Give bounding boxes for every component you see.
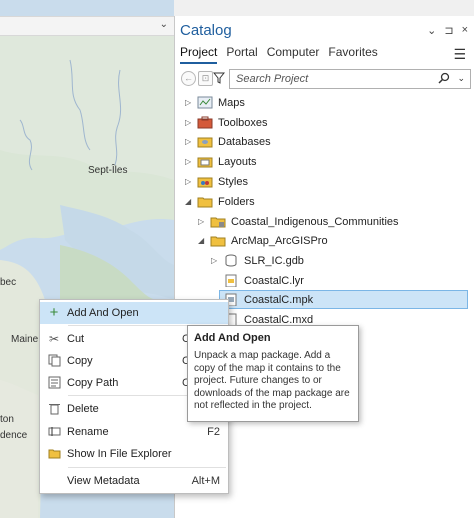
search-icon[interactable]	[438, 72, 450, 87]
tree-item-maps[interactable]: ▷ Maps	[185, 93, 245, 112]
maps-icon	[197, 96, 213, 109]
scissors-icon: ✂	[48, 332, 60, 346]
tree-item-label: Maps	[218, 96, 245, 109]
tree-item-coastal-indigenous[interactable]: ▷ Coastal_Indigenous_Communities	[198, 212, 399, 231]
copy-path-icon	[47, 376, 61, 390]
map-label: bec	[0, 277, 17, 288]
plus-icon: +	[49, 304, 59, 321]
search-box: ⌄	[229, 69, 471, 89]
tab-favorites[interactable]: Favorites	[328, 45, 377, 64]
menu-icon[interactable]: ☰	[453, 46, 466, 63]
back-icon[interactable]: ←	[181, 71, 196, 86]
tree-item-coastalc-lyr[interactable]: CoastalC.lyr	[223, 271, 304, 290]
expand-icon[interactable]: ▷	[185, 118, 197, 127]
menu-item-label: Copy	[67, 355, 93, 367]
folder-icon	[210, 215, 226, 228]
collapse-icon[interactable]: ◢	[185, 197, 197, 206]
folder-icon	[197, 195, 213, 208]
map-label: ton	[0, 414, 14, 425]
tab-portal[interactable]: Portal	[226, 45, 257, 64]
tab-project[interactable]: Project	[180, 45, 218, 64]
chevron-down-icon[interactable]: ⌄	[160, 19, 168, 30]
tree-item-folders[interactable]: ◢ Folders	[185, 192, 255, 211]
menu-item-label: Add And Open	[67, 307, 139, 319]
filter-icon[interactable]	[212, 72, 226, 87]
menu-item-add-and-open[interactable]: + Add And Open	[40, 302, 228, 324]
menu-item-view-metadata[interactable]: View Metadata Alt+M	[40, 470, 228, 492]
expand-icon[interactable]: ▷	[185, 157, 197, 166]
menu-item-label: Copy Path	[67, 377, 119, 389]
expand-icon[interactable]: ▷	[185, 98, 197, 107]
expand-icon[interactable]: ▷	[211, 256, 223, 265]
map-label: Sept-Îles	[88, 165, 128, 176]
menu-item-rename[interactable]: Rename F2	[40, 421, 228, 443]
menu-item-label: View Metadata	[67, 475, 140, 487]
menu-item-shortcut: Alt+M	[191, 475, 220, 487]
layer-file-icon	[223, 274, 239, 288]
refresh-icon[interactable]: ⊡	[198, 71, 213, 86]
folder-open-icon	[47, 447, 61, 461]
tree-item-toolboxes[interactable]: ▷ Toolboxes	[185, 113, 268, 132]
menu-item-shortcut: F2	[207, 426, 220, 438]
tree-item-databases[interactable]: ▷ Databases	[185, 132, 271, 151]
menu-item-show-in-file-explorer[interactable]: Show In File Explorer	[40, 443, 228, 465]
search-row: ← ⊡ ⌄	[179, 69, 471, 89]
tree-item-slr-ic-gdb[interactable]: ▷ SLR_IC.gdb	[211, 251, 304, 270]
catalog-title: Catalog	[180, 22, 232, 39]
tree-item-styles[interactable]: ▷ Styles	[185, 172, 248, 191]
tree-item-label: Coastal_Indigenous_Communities	[231, 215, 399, 228]
geodatabase-icon	[223, 254, 239, 267]
menu-item-label: Rename	[67, 426, 109, 438]
tooltip-body: Unpack a map package. Add a copy of the …	[194, 350, 350, 412]
pane-controls: ⌄ ⊐ ×	[427, 24, 468, 37]
tree-item-arcmap-arcgispro[interactable]: ◢ ArcMap_ArcGISPro	[198, 231, 328, 250]
tree-item-label: CoastalC.lyr	[244, 274, 304, 287]
tree-item-label: Folders	[218, 195, 255, 208]
menu-item-label: Delete	[67, 403, 99, 415]
map-label: Maine	[11, 334, 39, 345]
expand-icon[interactable]: ▷	[185, 177, 197, 186]
menu-separator	[68, 467, 226, 468]
tree-item-label: Databases	[218, 135, 271, 148]
tree-item-label: Layouts	[218, 155, 257, 168]
tree-item-label: Styles	[218, 175, 248, 188]
close-icon[interactable]: ×	[462, 24, 468, 37]
pane-options-icon[interactable]: ⌄	[427, 24, 436, 37]
catalog-tabs: Project Portal Computer Favorites	[180, 45, 378, 64]
map-view-header: ⌄	[0, 16, 174, 36]
expand-icon[interactable]: ▷	[185, 137, 197, 146]
chevron-down-icon[interactable]: ⌄	[457, 73, 465, 84]
tree-item-coastalc-mpk[interactable]: CoastalC.mpk	[219, 290, 468, 309]
tree-item-layouts[interactable]: ▷ Layouts	[185, 152, 257, 171]
database-icon	[197, 135, 213, 148]
layout-icon	[197, 155, 213, 168]
tree-item-label: Toolboxes	[218, 116, 268, 129]
tab-computer[interactable]: Computer	[267, 45, 320, 64]
tooltip-title: Add And Open	[194, 332, 271, 344]
copy-icon	[47, 354, 61, 368]
map-label: dence	[0, 430, 28, 441]
toolbox-icon	[197, 116, 213, 129]
folder-icon	[210, 234, 226, 247]
trash-icon	[47, 402, 61, 416]
tree-item-label: CoastalC.mxd	[244, 313, 314, 326]
auto-hide-icon[interactable]: ⊐	[444, 24, 453, 37]
tooltip: Add And Open Unpack a map package. Add a…	[187, 325, 359, 422]
tree-item-label: CoastalC.mpk	[244, 293, 314, 306]
menu-item-label: Cut	[67, 333, 85, 345]
search-input[interactable]	[230, 70, 420, 88]
metadata-icon	[47, 474, 61, 488]
collapse-icon[interactable]: ◢	[198, 236, 210, 245]
rename-icon	[47, 425, 61, 439]
styles-icon	[197, 175, 213, 188]
tree-item-label: ArcMap_ArcGISPro	[231, 234, 328, 247]
expand-icon[interactable]: ▷	[198, 217, 210, 226]
menu-item-label: Show In File Explorer	[67, 448, 172, 460]
tree-item-label: SLR_IC.gdb	[244, 254, 304, 267]
